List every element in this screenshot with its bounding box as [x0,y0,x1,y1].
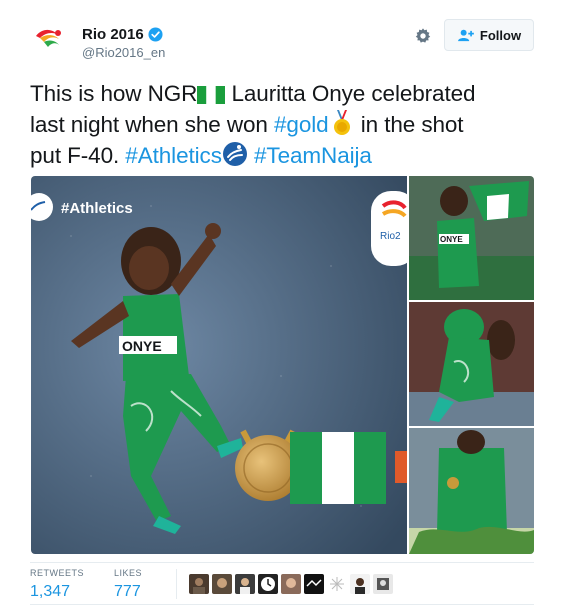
gold-medal-emoji [333,110,350,135]
tweet-text-segment: Lauritta Onye celebrated [225,81,476,106]
svg-text:Rio2: Rio2 [380,231,401,242]
tweet-text-segment: put F-40. [30,143,126,168]
tweet-line-1: This is how NGR Lauritta Onye celebrated [30,78,540,109]
display-name[interactable]: Rio 2016 [82,26,144,43]
athletics-emoji [222,142,247,166]
gear-icon[interactable] [414,27,432,45]
liker-avatar-6[interactable] [304,574,324,594]
retweets-stat[interactable]: RETWEETS 1,347 [30,568,84,601]
bib-name: ONYE [122,338,162,354]
side-bib-name: ONYE [440,235,463,244]
liker-avatar-4[interactable] [258,574,278,594]
liker-avatar-5[interactable] [281,574,301,594]
photo-hashtag-label: #Athletics [61,200,133,217]
side-photo-throw[interactable] [409,302,534,426]
liker-avatars [189,574,393,594]
tweet-text-segment: This is how NGR [30,81,198,106]
add-user-icon [457,29,474,41]
retweets-count[interactable]: 1,347 [30,583,84,601]
liker-avatar-1[interactable] [189,574,209,594]
stats-separator [176,569,177,599]
hashtag-teamnaija[interactable]: #TeamNaija [254,143,372,168]
tweet-line-2: last night when she won #gold in the sho… [30,109,540,140]
follow-label: Follow [479,27,522,43]
follow-button[interactable]: Follow [444,19,534,51]
tweet-text-segment: in the shot [354,112,464,137]
likes-label: LIKES [114,568,143,578]
tweet-line-3: put F-40. #Athletics #TeamNaija [30,140,540,171]
main-photo-athlete[interactable]: #Athletics Rio2 ONYE [31,176,407,554]
rio2016-logo-icon[interactable] [32,22,70,60]
stats-divider [30,562,534,563]
tweet-stats: RETWEETS 1,347 LIKES 777 [30,568,142,601]
account-handle[interactable]: @Rio2016_en [82,45,165,60]
tweet-text-segment: last night when she won [30,112,275,137]
liker-avatar-7[interactable] [327,574,347,594]
side-photo-podium[interactable] [409,428,534,554]
liker-avatar-2[interactable] [212,574,232,594]
hashtag-gold[interactable]: #gold [274,112,329,137]
side-photo-flag-celebration[interactable]: ONYE [409,176,534,300]
tweet-text: This is how NGR Lauritta Onye celebrated… [30,78,540,171]
tweet-header: Rio 2016 @Rio2016_en Follow [0,0,564,72]
liker-avatar-8[interactable] [350,574,370,594]
tweet-media[interactable]: #Athletics Rio2 ONYE ONYE [31,176,534,554]
liker-avatar-9[interactable] [373,574,393,594]
liker-avatar-3[interactable] [235,574,255,594]
retweets-label: RETWEETS [30,568,85,578]
likes-count[interactable]: 777 [114,583,142,601]
hashtag-athletics[interactable]: #Athletics [125,143,222,168]
bottom-divider [30,604,534,605]
likes-stat[interactable]: LIKES 777 [114,568,142,601]
verified-badge-icon [148,27,163,42]
nigeria-flag-emoji [197,86,226,104]
name-row: Rio 2016 [82,26,163,43]
